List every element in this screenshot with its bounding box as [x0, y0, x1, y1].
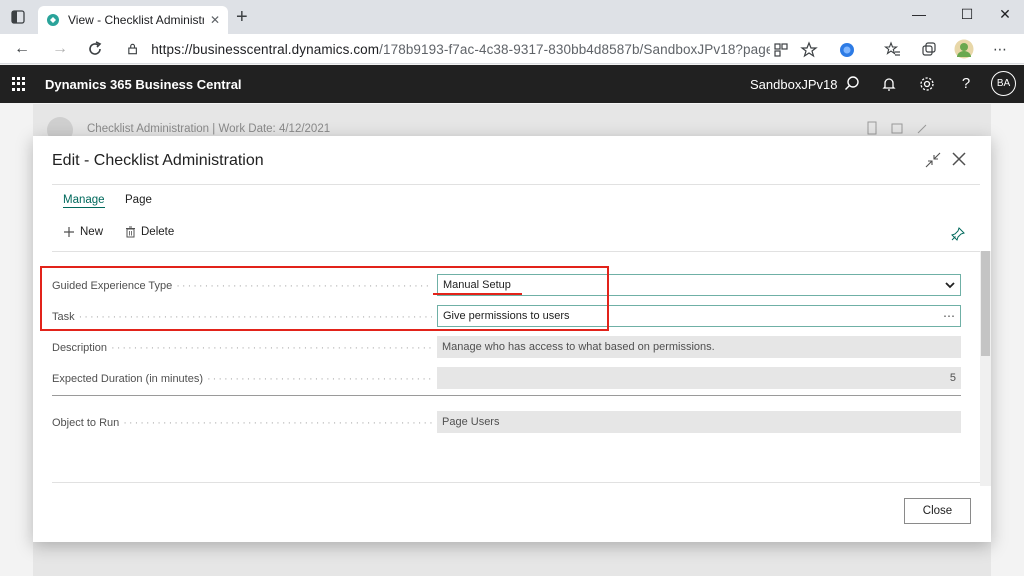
back-icon[interactable]: ←	[12, 39, 32, 59]
close-button[interactable]: Close	[904, 498, 971, 524]
profile-avatar-icon[interactable]	[954, 39, 974, 59]
description-value: Manage who has access to what based on p…	[442, 341, 715, 353]
field-label-expected-duration: Expected Duration (in minutes) ··········…	[52, 373, 432, 385]
task-value: Give permissions to users	[443, 310, 570, 322]
search-icon[interactable]	[843, 75, 861, 93]
edit-dialog: Edit - Checklist Administration Manage P…	[33, 136, 991, 542]
divider	[52, 482, 980, 483]
favorite-star-icon[interactable]	[800, 41, 818, 59]
divider	[52, 184, 980, 185]
tab-actions-icon[interactable]	[10, 9, 26, 25]
tab-title: View - Checklist Administration -	[68, 13, 204, 27]
object-to-run-field[interactable]: Page Users	[437, 411, 961, 433]
chevron-down-icon	[945, 282, 955, 289]
description-field: Manage who has access to what based on p…	[437, 336, 961, 358]
app-launcher-icon[interactable]	[12, 77, 26, 91]
task-lookup-field[interactable]: Give permissions to users ⋯	[437, 305, 961, 327]
divider	[52, 251, 980, 252]
field-label-object-to-run: Object to Run ···························…	[52, 417, 432, 429]
trash-icon	[126, 226, 135, 238]
new-tab-icon[interactable]: +	[236, 7, 248, 27]
page-tools-icon	[867, 121, 927, 135]
menu-page[interactable]: Page	[125, 194, 152, 206]
dialog-title: Edit - Checklist Administration	[52, 152, 264, 169]
more-menu-icon[interactable]: ⋯	[990, 39, 1010, 59]
browser-tab-bar: View - Checklist Administration - ✕ + — …	[0, 0, 1024, 34]
field-label-guided-experience-type: Guided Experience Type ··················…	[52, 280, 432, 292]
url-path: /178b9193-f7ac-4c38-9317-830bb4d8587b/Sa…	[379, 41, 770, 57]
scrollbar-thumb[interactable]	[981, 251, 990, 356]
menu-manage[interactable]: Manage	[63, 194, 105, 208]
lookup-ellipsis-icon[interactable]: ⋯	[943, 309, 955, 323]
field-label-task: Task ····································…	[52, 311, 432, 323]
divider	[52, 395, 961, 396]
plus-icon	[64, 227, 74, 237]
minimize-icon[interactable]: —	[896, 6, 942, 22]
url-field[interactable]: https://businesscentral.dynamics.com/178…	[116, 37, 770, 61]
lock-icon	[128, 43, 137, 55]
object-to-run-value: Page Users	[442, 416, 500, 428]
environment-name: SandboxJPv18	[750, 77, 838, 92]
dialog-close-icon[interactable]	[950, 150, 968, 168]
favorites-icon[interactable]	[884, 41, 902, 59]
user-avatar[interactable]: BA	[991, 71, 1016, 96]
url-host: https://businesscentral.dynamics.com	[151, 41, 380, 57]
pin-icon[interactable]	[951, 227, 965, 241]
expected-duration-field: 5	[437, 367, 961, 389]
address-bar: ← → https://businesscentral.dynamics.com…	[0, 34, 1024, 64]
delete-button-label: Delete	[141, 226, 175, 238]
browser-tab[interactable]: View - Checklist Administration - ✕	[38, 6, 228, 34]
collapse-icon[interactable]	[925, 152, 941, 168]
annotation-underline	[433, 293, 522, 295]
collections-icon[interactable]	[920, 41, 938, 59]
tab-close-icon[interactable]: ✕	[210, 13, 220, 27]
help-icon[interactable]: ?	[957, 75, 975, 93]
gear-icon[interactable]	[918, 75, 936, 93]
refresh-icon[interactable]	[85, 39, 105, 59]
field-label-description: Description ·····························…	[52, 342, 432, 354]
browser-extension-icon[interactable]	[838, 41, 856, 59]
guided-experience-type-value: Manual Setup	[443, 279, 511, 291]
expected-duration-value: 5	[949, 372, 956, 384]
new-button[interactable]: New	[63, 226, 103, 238]
delete-button[interactable]: Delete	[125, 226, 174, 238]
background-page-title: Checklist Administration | Work Date: 4/…	[87, 123, 331, 135]
app-available-icon[interactable]	[772, 41, 790, 59]
product-name[interactable]: Dynamics 365 Business Central	[45, 77, 242, 92]
bc-app-bar: Dynamics 365 Business Central SandboxJPv…	[0, 65, 1024, 103]
new-button-label: New	[80, 226, 104, 238]
dynamics-favicon-icon	[47, 14, 59, 26]
forward-icon[interactable]: →	[50, 39, 70, 59]
bell-icon[interactable]	[880, 75, 898, 93]
window-close-icon[interactable]: ✕	[982, 6, 1024, 23]
